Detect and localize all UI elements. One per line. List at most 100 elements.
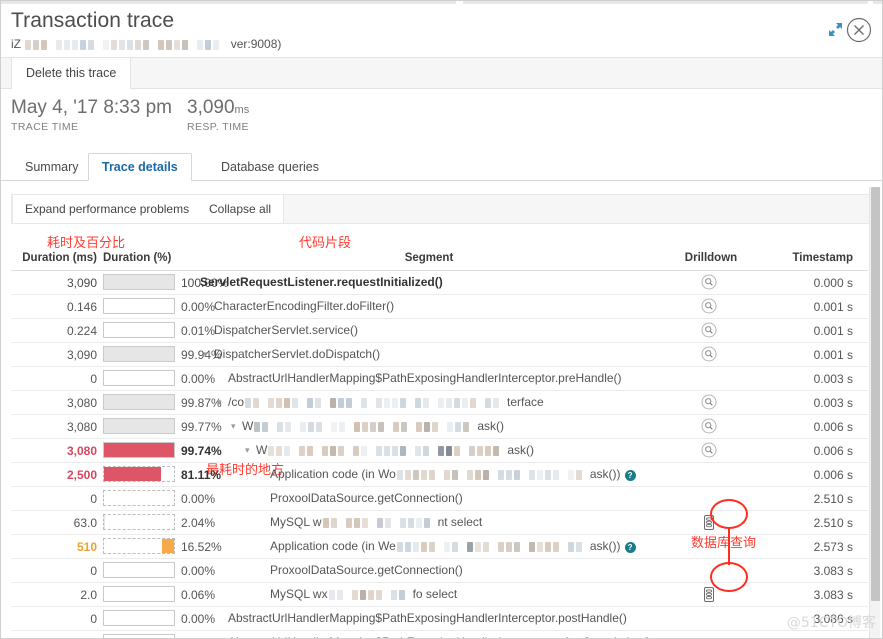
cell-timestamp: 2.510 s: [813, 492, 853, 506]
table-row[interactable]: 00.00%▾AbstractUrlHandlerMapping$PathExp…: [11, 367, 868, 391]
table-row[interactable]: 2.00.06%▾MySQL wxfo select3.083 s: [11, 583, 868, 607]
duration-bar: [103, 322, 175, 338]
resp-time-label: RESP. TIME: [187, 121, 249, 133]
magnifier-icon[interactable]: [701, 346, 721, 364]
duration-bar: [103, 538, 175, 554]
table-row[interactable]: 00.00%▾ProxoolDataSource.getConnection()…: [11, 559, 868, 583]
col-drilldown: Drilldown: [684, 252, 738, 264]
cell-segment: ▾/co terface: [189, 395, 669, 409]
duration-bar: [103, 610, 175, 626]
table-body: 3,090100.00%▾ServletRequestListener.requ…: [11, 271, 868, 638]
table-row[interactable]: 2,50081.11%▾Application code (in Woask()…: [11, 463, 868, 487]
segment-label: /co: [228, 395, 245, 409]
segment-label: W: [242, 419, 254, 433]
help-icon[interactable]: ?: [624, 542, 636, 553]
segment-label-tail: terface: [507, 395, 544, 409]
duration-bar: [103, 370, 175, 386]
tab-database-queries[interactable]: Database queries: [207, 153, 333, 181]
col-segment: Segment: [404, 252, 454, 264]
segment-label: CharacterEncodingFilter.doFilter(): [214, 299, 395, 313]
cell-segment: ▾DispatcherServlet.service(): [189, 323, 669, 337]
table-row[interactable]: 3,080 99.87% ▾/co terface 0.003 s: [11, 391, 868, 415]
segment-label: DispatcherServlet.doDispatch(): [214, 347, 381, 361]
cell-timestamp: 3.083 s: [813, 564, 853, 578]
redacted-segment: [253, 419, 477, 433]
duration-bar: [103, 418, 175, 434]
cell-duration-ms: 3,080: [66, 444, 97, 458]
duration-bar: [103, 634, 175, 638]
cell-segment: ▾AbstractUrlHandlerMapping$PathExposingH…: [189, 611, 669, 625]
tab-bar: Summary Trace details Database queries: [1, 153, 882, 181]
chevron-down-icon[interactable]: ▾: [245, 445, 254, 456]
redacted-segment: [322, 515, 438, 529]
metric-resp-time: 3,090ms RESP. TIME: [187, 97, 249, 133]
magnifier-icon[interactable]: [701, 394, 721, 412]
magnifier-icon[interactable]: [701, 418, 721, 436]
table-row[interactable]: 00.00%▾ProxoolDataSource.getConnection()…: [11, 487, 868, 511]
collapse-all-button[interactable]: Collapse all: [197, 195, 285, 223]
expand-icon[interactable]: [829, 23, 842, 36]
chevron-down-icon[interactable]: ▾: [217, 397, 226, 408]
chevron-down-icon: ▾: [259, 517, 268, 528]
duration-bar: [103, 562, 175, 578]
table-row[interactable]: 3,080 99.77% ▾ Wask() 0.006 s: [11, 415, 868, 439]
cell-duration-ms: 63.0: [73, 516, 97, 530]
expand-performance-problems-button[interactable]: Expand performance problems: [12, 195, 203, 223]
duration-bar-fill: [104, 443, 174, 457]
segment-label-tail: fo select: [412, 587, 458, 601]
host-subtitle: iZ ver:9008): [11, 37, 281, 51]
host-prefix: iZ: [11, 37, 21, 51]
cell-duration-ms: 510: [76, 540, 97, 554]
scrollbar-thumb[interactable]: [871, 187, 880, 601]
duration-bar: [103, 394, 175, 410]
cell-timestamp: 0.001 s: [813, 348, 853, 362]
database-icon[interactable]: [701, 514, 721, 532]
trace-subtoolbar: Expand performance problems Collapse all: [11, 194, 874, 224]
help-icon[interactable]: ?: [624, 470, 636, 481]
chevron-down-icon: ▾: [259, 541, 268, 552]
cell-duration-ms: 3,090: [66, 348, 97, 362]
cell-timestamp: 3.086 s: [813, 612, 853, 626]
chevron-down-icon: ▾: [259, 565, 268, 576]
segment-label: Application code (in Wo: [270, 467, 396, 481]
segment-label-tail: ask()): [589, 539, 621, 553]
tab-summary[interactable]: Summary: [11, 153, 92, 181]
chevron-down-icon[interactable]: ▾: [203, 349, 212, 360]
magnifier-icon[interactable]: [701, 274, 721, 292]
modal-toolbar: Delete this trace: [1, 57, 882, 89]
magnifier-icon[interactable]: [701, 442, 721, 460]
segment-label: W: [256, 443, 268, 457]
cell-duration-ms: 3,080: [66, 396, 97, 410]
tab-trace-details[interactable]: Trace details: [88, 153, 192, 181]
table-row[interactable]: 3,090100.00%▾ServletRequestListener.requ…: [11, 271, 868, 295]
table-row[interactable]: 51016.52%▾Application code (in Weask())?…: [11, 535, 868, 559]
chevron-down-icon[interactable]: ▾: [231, 421, 240, 432]
trace-time-label: TRACE TIME: [11, 121, 79, 133]
window-controls: [816, 17, 876, 43]
magnifier-icon[interactable]: [701, 298, 721, 316]
database-icon[interactable]: [701, 586, 721, 604]
segment-label: ServletRequestListener.requestInitialize…: [200, 275, 443, 289]
transaction-trace-modal: Transaction trace iZ ver:9008) Delete th…: [0, 0, 883, 639]
duration-bar: [103, 586, 175, 602]
duration-bar-fill: [104, 419, 174, 433]
close-icon[interactable]: [846, 17, 872, 43]
table-row[interactable]: 63.02.04%▾MySQL wnt select2.510 s: [11, 511, 868, 535]
table-row[interactable]: 00.00%▾AbstractUrlHandlerMapping$PathExp…: [11, 631, 868, 638]
table-row[interactable]: 0.1460.00%▾CharacterEncodingFilter.doFil…: [11, 295, 868, 319]
duration-bar-fill: [104, 347, 174, 361]
delete-trace-button[interactable]: Delete this trace: [11, 58, 132, 89]
table-row[interactable]: 3,090 99.94% ▾ DispatcherServlet.doDispatch…: [11, 343, 868, 367]
cell-duration-ms: 0: [90, 372, 97, 386]
cell-duration-ms: 0.224: [66, 324, 97, 338]
table-row[interactable]: 00.00%▾AbstractUrlHandlerMapping$PathExp…: [11, 607, 868, 631]
metrics-row: May 4, '17 8:33 pm TRACE TIME 3,090ms RE…: [1, 97, 882, 145]
magnifier-icon[interactable]: [701, 322, 721, 340]
table-row[interactable]: 0.2240.01%▾DispatcherServlet.service()0.…: [11, 319, 868, 343]
table-row[interactable]: 3,080 99.74% ▾ Wask() 0.006 s: [11, 439, 868, 463]
segment-label: AbstractUrlHandlerMapping$PathExposingHa…: [228, 611, 627, 625]
trace-time-value: May 4, '17 8:33 pm: [11, 97, 172, 118]
chevron-down-icon: ▾: [203, 325, 212, 336]
cell-segment: ▾AbstractUrlHandlerMapping$PathExposingH…: [189, 371, 669, 385]
vertical-scrollbar[interactable]: [869, 187, 880, 638]
